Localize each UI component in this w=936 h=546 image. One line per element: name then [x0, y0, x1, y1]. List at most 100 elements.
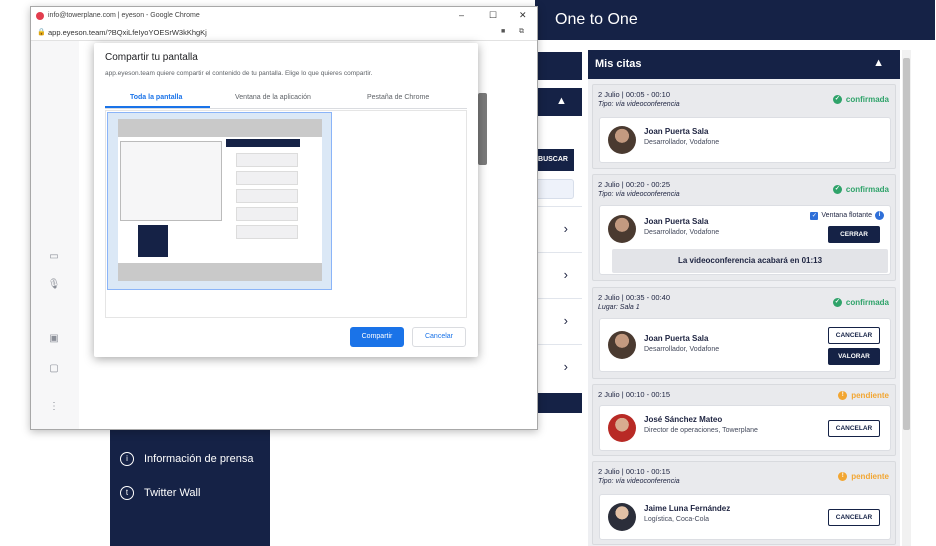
cita-tipo: Tipo: vía videoconferencia	[598, 478, 680, 485]
status-label: confirmada	[845, 95, 889, 104]
dialog-subtitle: app.eyeson.team quiere compartir el cont…	[105, 70, 373, 77]
attendee-name: Joan Puerta Sala	[644, 217, 709, 226]
attendee-card: José Sánchez Mateo Director de operacion…	[599, 405, 891, 451]
thumbnail-header	[226, 139, 300, 147]
status-badge: ✓ confirmada	[832, 185, 889, 194]
chevron-right-icon: ›	[563, 313, 568, 328]
screen-thumbnail[interactable]	[107, 112, 332, 290]
call-toolbar: ▭ 🎙 ▣ ▢ ⋮	[31, 41, 79, 429]
avatar	[608, 215, 636, 243]
attendee-card: Jaime Luna Fernández Logística, Coca-Col…	[599, 494, 891, 540]
ventana-flotante-label: Ventana flotante	[821, 212, 872, 219]
tab-entire-screen[interactable]: Toda la pantalla	[130, 94, 182, 101]
checkbox-checked-icon[interactable]: ✓	[810, 211, 819, 220]
status-label: confirmada	[845, 185, 889, 194]
active-tab-indicator	[105, 106, 210, 108]
info-icon[interactable]: i	[875, 211, 884, 220]
share-source-tabs: Toda la pantalla Ventana de la aplicació…	[105, 91, 467, 109]
camera-off-icon[interactable]: ▭	[47, 251, 61, 265]
attendee-card: Joan Puerta Sala Desarrollador, Vodafone	[599, 117, 891, 163]
attendee-role: Desarrollador, Vodafone	[644, 139, 720, 146]
cita-card: 2 Julio | 00:20 - 00:25 Tipo: vía videoc…	[592, 174, 896, 281]
chrome-popup-window: info@towerplane.com | eyeson - Google Ch…	[30, 6, 538, 430]
thumbnail-bottom-bar	[118, 263, 322, 281]
attendee-role: Logística, Coca-Cola	[644, 516, 709, 523]
cancel-button[interactable]: Cancelar	[412, 327, 466, 347]
scrollbar-thumb[interactable]	[903, 58, 910, 430]
microphone-icon[interactable]: 🎙	[47, 279, 61, 293]
thumbnail-window	[120, 141, 222, 221]
cita-time: 2 Julio | 00:20 - 00:25	[598, 180, 670, 189]
cita-tipo: Tipo: vía videoconferencia	[598, 101, 680, 108]
page-scrollbar[interactable]	[902, 50, 911, 546]
tab-application-window[interactable]: Ventana de la aplicación	[235, 94, 311, 101]
attendee-role: Director de operaciones, Towerplane	[644, 427, 758, 434]
site-favicon-icon	[36, 12, 44, 20]
cita-time: 2 Julio | 00:10 - 00:15	[598, 390, 670, 399]
more-options-icon[interactable]: ⋮	[47, 401, 61, 415]
attendee-name: Joan Puerta Sala	[644, 334, 709, 343]
share-button[interactable]: Compartir	[350, 327, 404, 347]
search-field[interactable]	[532, 179, 574, 199]
dialog-title: Compartir tu pantalla	[105, 52, 198, 63]
status-badge: ✓ confirmada	[832, 95, 889, 104]
status-label: pendiente	[851, 391, 889, 400]
screen-share-icon[interactable]: ▣	[47, 333, 61, 347]
window-title: info@towerplane.com | eyeson - Google Ch…	[48, 12, 200, 19]
tab-chrome-tab[interactable]: Pestaña de Chrome	[367, 94, 429, 101]
thumbnail-sidebar	[138, 225, 168, 257]
avatar	[608, 126, 636, 154]
status-badge: ✓ confirmada	[832, 298, 889, 307]
nav-item-prensa[interactable]: i Información de prensa	[120, 452, 253, 466]
attendee-name: Joan Puerta Sala	[644, 127, 709, 136]
cerrar-button[interactable]: CERRAR	[828, 226, 880, 243]
attendee-card: Joan Puerta Sala Desarrollador, Vodafone…	[599, 205, 891, 275]
nav-item-twitter-wall[interactable]: t Twitter Wall	[120, 486, 200, 500]
avatar	[608, 414, 636, 442]
cancelar-button[interactable]: CANCELAR	[828, 327, 880, 344]
ventana-flotante-toggle[interactable]: ✓ Ventana flotante i	[810, 211, 884, 220]
cita-card: 2 Julio | 00:05 - 00:10 Tipo: vía videoc…	[592, 84, 896, 169]
mis-citas-title: Mis citas	[595, 58, 642, 70]
chevron-right-icon: ›	[563, 267, 568, 282]
cita-tipo: Lugar: Sala 1	[598, 304, 640, 311]
status-label: pendiente	[851, 472, 889, 481]
status-badge: ! pendiente	[838, 472, 889, 481]
maximize-icon[interactable]: ☐	[489, 10, 497, 21]
address-bar[interactable]: 🔒 app.eyeson.team/?BQxiLfeIyoYOESrW3kKhg…	[31, 25, 537, 41]
chevron-up-icon: ▲	[556, 95, 567, 107]
translate-icon[interactable]: ⧉	[519, 28, 524, 36]
thumbnail-card	[236, 171, 298, 185]
mis-citas-panel: Mis citas ▲ 2 Julio | 00:05 - 00:10 Tipo…	[588, 50, 900, 546]
thumbnail-screen	[118, 137, 322, 265]
thumbnail-card	[236, 225, 298, 239]
share-screen-dialog: Compartir tu pantalla app.eyeson.team qu…	[94, 43, 478, 357]
sidebar-nav: i Información de prensa t Twitter Wall	[110, 428, 270, 546]
app-header: One to One	[535, 0, 935, 40]
close-icon[interactable]: ✕	[519, 10, 527, 21]
cancelar-button[interactable]: CANCELAR	[828, 509, 880, 526]
cita-card: 2 Julio | 00:10 - 00:15 ! pendiente José …	[592, 384, 896, 456]
attendee-name: Jaime Luna Fernández	[644, 504, 731, 513]
attendee-role: Desarrollador, Vodafone	[644, 229, 720, 236]
cita-card: 2 Julio | 00:35 - 00:40 Lugar: Sala 1 ✓ c…	[592, 287, 896, 379]
valorar-button[interactable]: VALORAR	[828, 348, 880, 365]
mis-citas-header[interactable]: Mis citas ▲	[588, 50, 900, 79]
thumbnail-card	[236, 189, 298, 203]
cancelar-button[interactable]: CANCELAR	[828, 420, 880, 437]
camera-permission-icon[interactable]: ■	[501, 28, 505, 35]
app-title: One to One	[555, 11, 638, 28]
check-icon: ✓	[832, 185, 842, 194]
attendee-name: José Sánchez Mateo	[644, 415, 723, 424]
minimize-icon[interactable]: –	[459, 10, 464, 20]
attendee-role: Desarrollador, Vodafone	[644, 346, 720, 353]
chrome-titlebar[interactable]: info@towerplane.com | eyeson - Google Ch…	[31, 7, 537, 25]
buscar-button[interactable]: BUSCAR	[532, 149, 574, 171]
url-text[interactable]: app.eyeson.team/?BQxiLfeIyoYOESrW3kKhgKj	[48, 28, 207, 37]
avatar	[608, 331, 636, 359]
share-preview-area	[105, 110, 467, 318]
videoconference-countdown: La videoconferencia acabará en 01:13	[612, 249, 888, 273]
chrome-scrollbar-thumb[interactable]	[478, 93, 487, 165]
chat-icon[interactable]: ▢	[47, 363, 61, 377]
chevron-up-icon[interactable]: ▲	[873, 57, 884, 69]
